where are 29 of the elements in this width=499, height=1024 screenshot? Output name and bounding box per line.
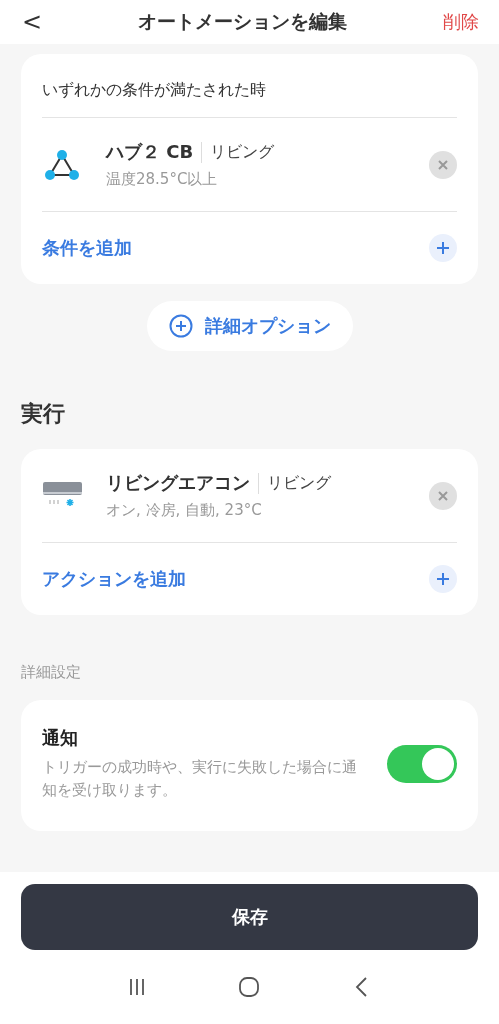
close-icon [437, 489, 449, 502]
device-detail: 温度28.5°C以上 [106, 170, 219, 189]
device-name: リビングエアコン [106, 471, 250, 495]
notification-description: トリガーの成功時や、実行に失敗した場合に通知を受け取ります。 [42, 757, 358, 801]
home-icon[interactable] [237, 975, 262, 999]
device-name: ハブ２ CB [106, 140, 194, 164]
notification-title: 通知 [42, 726, 79, 750]
delete-button[interactable]: 削除 [443, 10, 479, 34]
add-button[interactable] [429, 565, 457, 593]
remove-button[interactable] [429, 150, 457, 179]
section-heading: 実行 [21, 400, 66, 428]
plus-circle-icon [168, 314, 193, 338]
close-icon [437, 158, 449, 171]
plus-icon [436, 572, 450, 586]
section-heading: 詳細設定 [21, 663, 82, 682]
back-button[interactable]: < [22, 8, 43, 36]
options-button[interactable]: 詳細オプション [146, 301, 353, 351]
save-button[interactable]: 保存 [21, 884, 478, 950]
add-condition-link[interactable]: 条件を追加 [42, 236, 132, 260]
plus-icon [436, 241, 450, 255]
add-button[interactable] [429, 234, 457, 262]
add-action-link[interactable]: アクションを追加 [42, 567, 186, 591]
device-detail: オン, 冷房, 自動, 23°C [106, 501, 263, 520]
room-label: リビング [201, 141, 275, 163]
notification-toggle[interactable] [387, 744, 457, 783]
room-label: リビング [258, 472, 331, 494]
condition-heading: いずれかの条件が満たされた時 [42, 54, 457, 118]
page-title: オートメーションを編集 [138, 9, 348, 34]
remove-button[interactable] [429, 481, 457, 510]
